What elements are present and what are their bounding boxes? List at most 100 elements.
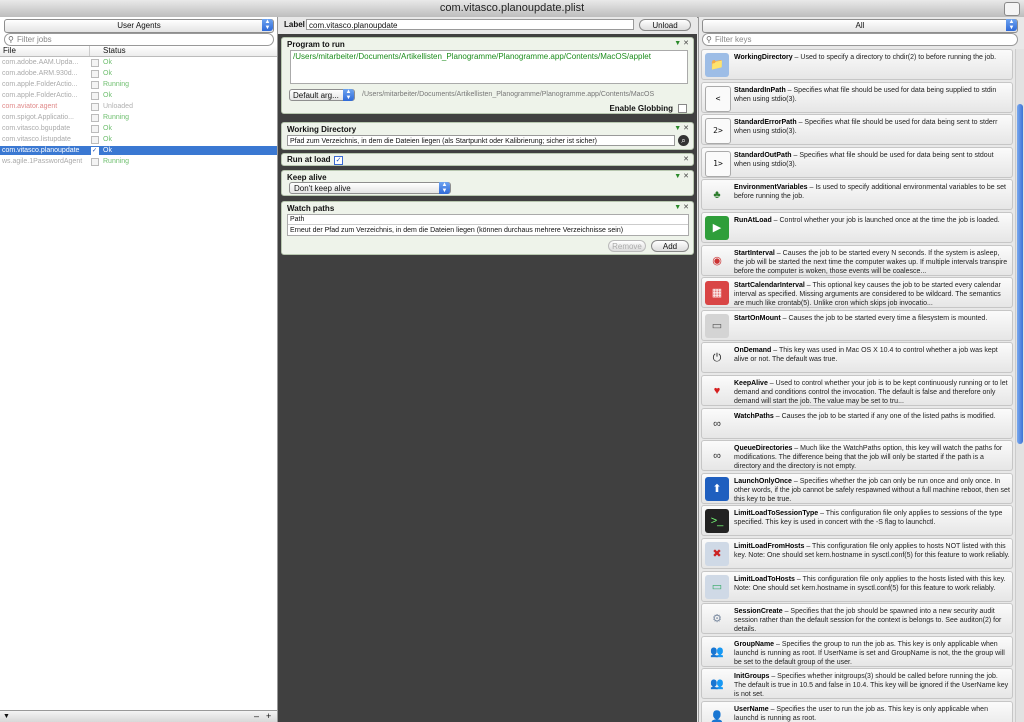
label-caption: Label: [284, 20, 305, 29]
job-domain-select[interactable]: User Agents ▲ ▼: [4, 19, 274, 33]
job-name: ws.agile.1PasswordAgent: [2, 158, 83, 165]
collapse-triangle-icon[interactable]: ▼: [674, 204, 681, 211]
job-row[interactable]: com.vitasco.planoupdate ✓ Ok: [0, 146, 277, 155]
key-name: LimitLoadToSessionType: [734, 510, 819, 518]
job-enabled-checkbox[interactable]: [91, 158, 99, 166]
key-item[interactable]: < StandardInPath – Specifies what file sh…: [701, 81, 1013, 113]
program-path-field[interactable]: /Users/mitarbeiter/Documents/Artikellist…: [290, 50, 688, 84]
label-field[interactable]: com.vitasco.planoupdate: [306, 19, 634, 30]
key-item[interactable]: 1> StandardOutPath – Specifies what file …: [701, 146, 1013, 178]
job-enabled-checkbox[interactable]: [91, 59, 99, 67]
collapse-triangle-icon[interactable]: ▼: [674, 40, 681, 47]
key-item[interactable]: ♥ KeepAlive – Used to control whether you…: [701, 375, 1013, 406]
key-item[interactable]: 👥 GroupName – Specifies the group to run …: [701, 635, 1013, 667]
job-enabled-checkbox[interactable]: [91, 125, 99, 133]
job-status: Ok: [103, 59, 112, 66]
column-divider: [89, 46, 90, 56]
job-row[interactable]: com.vitasco.bgupdate Ok: [0, 124, 277, 133]
tree-icon: ♣: [713, 189, 721, 202]
job-row[interactable]: com.spigot.Applicatio... Running: [0, 113, 277, 122]
key-item[interactable]: 👤 UserName – Specifies the user to run th…: [701, 701, 1013, 722]
key-item[interactable]: ▭ LimitLoadToHosts – This configuration f…: [701, 570, 1013, 602]
job-enabled-checkbox[interactable]: ✓: [91, 147, 99, 155]
key-name: LaunchOnlyOnce: [734, 477, 792, 485]
binoculars-icon: ∞: [713, 417, 721, 430]
run-at-load-checkbox[interactable]: ✓: [334, 156, 343, 165]
key-item[interactable]: ▶ RunAtLoad – Control whether your job is…: [701, 212, 1013, 243]
key-name: RunAtLoad: [734, 217, 772, 224]
key-item[interactable]: ⬆ LaunchOnlyOnce – Specifies whether the …: [701, 472, 1013, 504]
add-job-button[interactable]: +: [266, 711, 271, 722]
key-item[interactable]: 2> StandardErrorPath – Specifies what fil…: [701, 114, 1013, 146]
filter-dropdown-icon[interactable]: ▼: [3, 711, 10, 722]
close-icon[interactable]: ✕: [683, 155, 689, 163]
job-status: Ok: [103, 125, 112, 132]
key-item[interactable]: >_ LimitLoadToSessionType – This configur…: [701, 505, 1013, 537]
browse-icon[interactable]: ⌕: [678, 135, 689, 146]
job-enabled-checkbox[interactable]: [91, 92, 99, 100]
enable-globbing-checkbox[interactable]: [678, 104, 687, 113]
close-icon[interactable]: ✕: [683, 125, 689, 132]
key-item[interactable]: ∞ WatchPaths – Causes the job to be start…: [701, 407, 1013, 439]
job-enabled-checkbox[interactable]: [91, 70, 99, 78]
job-enabled-checkbox[interactable]: [91, 136, 99, 144]
job-enabled-checkbox[interactable]: [91, 103, 99, 111]
working-directory-controls: ▼ ✕: [674, 124, 689, 132]
keys-filter-select[interactable]: All ▲ ▼: [702, 19, 1018, 33]
working-directory-field[interactable]: Pfad zum Verzeichnis, in dem die Dateien…: [287, 135, 675, 146]
collapse-triangle-icon[interactable]: ▼: [674, 125, 681, 132]
watch-path-row[interactable]: Erneut der Pfad zum Verzeichnis, in dem …: [288, 225, 688, 236]
default-arguments-label: Default arg...: [293, 91, 339, 100]
key-item[interactable]: ▦ StartCalendarInterval – This optional k…: [701, 277, 1013, 309]
job-name: com.adobe.AAM.Upda...: [2, 59, 79, 66]
keep-alive-select[interactable]: Don't keep alive ▲ ▼: [289, 182, 451, 194]
key-item[interactable]: ♣ EnvironmentVariables – Is used to speci…: [701, 179, 1013, 211]
job-enabled-checkbox[interactable]: [91, 114, 99, 122]
default-arguments-select[interactable]: Default arg... ▲ ▼: [289, 89, 355, 101]
enable-globbing-label: Enable Globbing: [609, 104, 673, 113]
column-file[interactable]: File: [3, 46, 16, 56]
job-status: Unloaded: [103, 103, 133, 110]
remove-path-button[interactable]: Remove: [608, 240, 646, 252]
working-directory-panel: Working Directory ▼ ✕ Pfad zum Verzeichn…: [281, 122, 694, 150]
keys-search-placeholder: Filter keys: [715, 35, 752, 44]
key-description: GroupName – Specifies the group to run t…: [734, 640, 1010, 667]
add-path-button[interactable]: Add: [651, 240, 689, 252]
jobs-search-input[interactable]: ⚲ Filter jobs: [4, 33, 274, 46]
plug-icon: ⏻: [712, 352, 722, 365]
job-row[interactable]: com.apple.FolderActio... Running: [0, 80, 277, 89]
job-row[interactable]: com.adobe.ARM.930d... Ok: [0, 69, 277, 78]
close-icon[interactable]: ✕: [683, 173, 689, 180]
key-item[interactable]: ⚙ SessionCreate – Specifies that the job …: [701, 603, 1013, 635]
close-icon[interactable]: ✕: [683, 40, 689, 47]
job-row[interactable]: com.vitasco.listupdate Ok: [0, 135, 277, 144]
job-row[interactable]: com.apple.FolderActio... Ok: [0, 91, 277, 100]
column-status[interactable]: Status: [103, 46, 126, 56]
keys-search-input[interactable]: ⚲ Filter keys: [702, 33, 1018, 46]
unload-button[interactable]: Unload: [639, 19, 691, 31]
job-row[interactable]: com.aviator.agent Unloaded: [0, 102, 277, 111]
scrollbar-thumb[interactable]: [1017, 104, 1023, 444]
program-panel-title: Program to run: [287, 40, 345, 49]
keep-alive-controls: ▼ ✕: [674, 172, 689, 180]
key-item[interactable]: ✖ LimitLoadFromHosts – This configuration…: [701, 538, 1013, 569]
toolbar-toggle-button[interactable]: [1004, 2, 1020, 16]
keys-scrollbar[interactable]: [1015, 49, 1024, 722]
jobs-bottom-bar: ▼ – +: [0, 710, 277, 722]
keys-list: 📁 WorkingDirectory – Used to specify a di…: [699, 49, 1017, 722]
program-panel-controls: ▼ ✕: [674, 39, 689, 47]
close-icon[interactable]: ✕: [683, 204, 689, 211]
job-enabled-checkbox[interactable]: [91, 81, 99, 89]
job-row[interactable]: com.adobe.AAM.Upda... Ok: [0, 58, 277, 67]
key-item[interactable]: ∞ QueueDirectories – Much like the WatchP…: [701, 440, 1013, 472]
key-item[interactable]: ◉ StartInterval – Causes the job to be st…: [701, 244, 1013, 276]
key-item[interactable]: ⏻ OnDemand – This key was used in Mac OS …: [701, 342, 1013, 374]
key-item[interactable]: 👥 InitGroups – Specifies whether initgrou…: [701, 668, 1013, 700]
key-description: UserName – Specifies the user to run the…: [734, 705, 1010, 722]
remove-job-button[interactable]: –: [254, 711, 259, 722]
job-row[interactable]: ws.agile.1PasswordAgent Running: [0, 157, 277, 166]
collapse-triangle-icon[interactable]: ▼: [674, 173, 681, 180]
key-item[interactable]: 📁 WorkingDirectory – Used to specify a di…: [701, 49, 1013, 80]
key-item[interactable]: ▭ StartOnMount – Causes the job to be sta…: [701, 309, 1013, 341]
job-status: Running: [103, 81, 130, 88]
